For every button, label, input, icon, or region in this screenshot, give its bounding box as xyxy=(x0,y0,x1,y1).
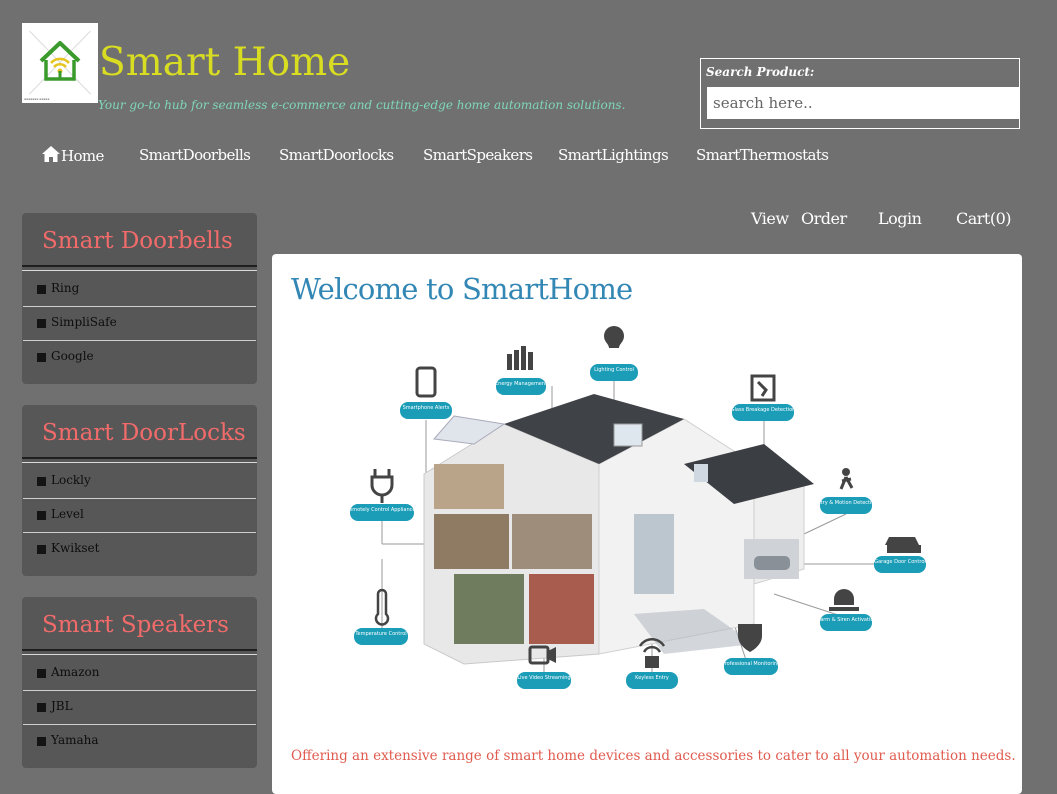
search-input[interactable] xyxy=(707,87,1019,119)
sidebar-item-label: Lockly xyxy=(51,473,91,487)
home-icon xyxy=(42,146,60,162)
sidebar-item-label: Ring xyxy=(51,281,80,295)
logo[interactable]: ▪▪▪▪▪▪▪ ▪▪▪▪▪ xyxy=(22,23,98,103)
login-link[interactable]: Login xyxy=(878,209,922,228)
square-bullet-icon xyxy=(37,737,46,746)
main-content: Welcome to SmartHome Lighting Control En… xyxy=(272,254,1022,794)
site-tagline: Your go-to hub for seamless e-commerce a… xyxy=(98,98,626,112)
square-bullet-icon xyxy=(37,669,46,678)
sidebar-item-google[interactable]: Google xyxy=(37,341,257,375)
sidebar-divider xyxy=(22,265,257,267)
welcome-heading: Welcome to SmartHome xyxy=(291,272,633,306)
offer-text: Offering an extensive range of smart hom… xyxy=(291,748,1016,764)
smart-home-illustration: Lighting Control Energy Management Smart… xyxy=(346,326,926,689)
sidebar-item-label: Amazon xyxy=(51,665,100,679)
hero-label-keyless: Keyless Entry xyxy=(635,675,669,681)
smartphone-alerts-badge: Smartphone Alerts xyxy=(400,366,452,419)
broken-glass-icon xyxy=(750,374,776,402)
hero-label-entry-motion: Entry & Motion Detection xyxy=(814,500,877,506)
view-order-link-view[interactable]: View xyxy=(751,209,789,228)
sidebar-item-amazon[interactable]: Amazon xyxy=(23,657,257,691)
lighting-control-badge: Lighting Control xyxy=(590,326,638,381)
sidebar-title: Smart DoorLocks xyxy=(42,420,246,446)
nav-item-label: Home xyxy=(61,147,104,165)
square-bullet-icon xyxy=(37,319,46,328)
sidebar-divider xyxy=(22,654,257,655)
nav-item-smartdoorlocks[interactable]: SmartDoorlocks xyxy=(279,146,394,164)
sidebar-divider xyxy=(22,457,257,459)
hero-label-remote: Remotely Control Appliances xyxy=(346,507,418,513)
plug-icon xyxy=(370,469,394,503)
hero-label-temperature: Temperature Control xyxy=(354,631,406,637)
square-bullet-icon xyxy=(37,477,46,486)
view-order-link-order[interactable]: Order xyxy=(801,209,847,228)
siren-icon xyxy=(829,589,859,611)
sidebar-item-level[interactable]: Level xyxy=(23,499,257,533)
nav-item-smartdoorbells[interactable]: SmartDoorbells xyxy=(139,146,251,164)
sidebar-divider xyxy=(22,270,257,271)
sidebar-item-label: SimpliSafe xyxy=(51,315,117,329)
search-box: Search Product: xyxy=(700,58,1020,129)
alarm-siren-badge: Alarm & Siren Activation xyxy=(815,589,877,631)
sidebar-title: Smart Doorbells xyxy=(42,228,233,254)
logo-credit: ▪▪▪▪▪▪▪ ▪▪▪▪▪ xyxy=(24,97,50,101)
sidebar-divider xyxy=(22,649,257,651)
hero-label-glass: Glass Breakage Detection xyxy=(731,407,796,413)
home-wifi-icon xyxy=(39,41,81,81)
square-bullet-icon xyxy=(37,285,46,294)
bar-chart-icon xyxy=(507,346,533,370)
hero-label-professional: Professional Monitoring xyxy=(722,661,780,667)
cart-link[interactable]: Cart(0) xyxy=(956,209,1012,228)
hero-label-alarm: Alarm & Siren Activation xyxy=(815,617,876,623)
garage-door-badge: Garage Door Control xyxy=(874,537,926,573)
glass-breakage-badge: Glass Breakage Detection xyxy=(731,374,796,421)
sidebar-item-label: Yamaha xyxy=(51,733,99,747)
energy-management-badge: Energy Management xyxy=(495,346,547,395)
square-bullet-icon xyxy=(37,353,46,362)
sidebar-divider xyxy=(22,462,257,463)
sidebar-item-jbl[interactable]: JBL xyxy=(23,691,257,725)
hero-label-garage: Garage Door Control xyxy=(874,559,926,565)
sidebar-item-label: Kwikset xyxy=(51,541,100,555)
nav-item-home[interactable]: Home xyxy=(42,146,104,165)
sidebar-item-label: JBL xyxy=(51,699,73,713)
sidebar-item-simplisafe[interactable]: SimpliSafe xyxy=(23,307,257,341)
search-label: Search Product: xyxy=(706,65,815,79)
square-bullet-icon xyxy=(37,511,46,520)
square-bullet-icon xyxy=(37,545,46,554)
entry-motion-badge: Entry & Motion Detection xyxy=(814,468,878,514)
car-icon xyxy=(885,537,921,553)
nav-item-smartthermostats[interactable]: SmartThermostats xyxy=(696,146,829,164)
nav-item-smartspeakers[interactable]: SmartSpeakers xyxy=(423,146,533,164)
sidebar-smart-doorlocks: Smart DoorLocks Lockly Level Kwikset xyxy=(22,405,257,576)
nav-item-smartlightings[interactable]: SmartLightings xyxy=(558,146,669,164)
sidebar-item-kwikset[interactable]: Kwikset xyxy=(37,533,257,567)
sidebar-title: Smart Speakers xyxy=(42,612,229,638)
temperature-control-badge: Temperature Control xyxy=(354,588,408,645)
hero-label-video: Live Video Streaming xyxy=(517,675,570,681)
sidebar-smart-doorbells: Smart Doorbells Ring SimpliSafe Google xyxy=(22,213,257,384)
site-title[interactable]: Smart Home xyxy=(99,40,350,85)
motion-person-icon xyxy=(842,468,850,476)
smartphone-icon xyxy=(415,366,437,398)
sidebar-item-yamaha[interactable]: Yamaha xyxy=(37,725,257,759)
hero-label-smartphone: Smartphone Alerts xyxy=(403,405,450,411)
sidebar-item-label: Google xyxy=(51,349,94,363)
sidebar-item-lockly[interactable]: Lockly xyxy=(23,465,257,499)
sidebar-item-ring[interactable]: Ring xyxy=(23,273,257,307)
hero-label-lighting: Lighting Control xyxy=(594,367,634,373)
light-bulb-icon xyxy=(604,326,624,348)
square-bullet-icon xyxy=(37,703,46,712)
sidebar-item-label: Level xyxy=(51,507,84,521)
remote-appliances-badge: Remotely Control Appliances xyxy=(346,469,418,521)
hero-label-energy: Energy Management xyxy=(495,381,547,387)
sidebar-smart-speakers: Smart Speakers Amazon JBL Yamaha xyxy=(22,597,257,768)
